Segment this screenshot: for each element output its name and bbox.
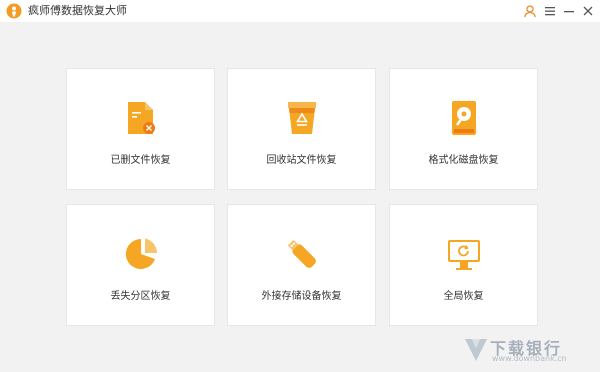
app-title: 疯师傅数据恢复大师 <box>28 4 127 17</box>
card-recycle-bin-recovery[interactable]: 回收站文件恢复 <box>227 68 376 190</box>
recycle-bin-icon <box>287 102 316 134</box>
card-label: 回收站文件恢复 <box>266 155 337 166</box>
watermark-url: www.downbank.cn <box>492 354 567 363</box>
user-icon[interactable] <box>523 4 537 18</box>
card-global-recovery[interactable]: 全局恢复 <box>389 204 538 326</box>
card-lost-partition-recovery[interactable]: 丢失分区恢复 <box>66 204 215 326</box>
card-label: 格式化磁盘恢复 <box>428 155 499 166</box>
card-formatted-disk-recovery[interactable]: 格式化磁盘恢复 <box>389 68 538 190</box>
card-label: 外接存储设备恢复 <box>261 291 342 302</box>
watermark: 下载银行 www.downbank.cn <box>464 333 598 369</box>
title-bar: 疯师傅数据恢复大师 <box>0 0 600 22</box>
card-deleted-file-recovery[interactable]: 已删文件恢复 <box>66 68 215 190</box>
minimize-icon[interactable] <box>562 4 576 18</box>
lost-partition-icon <box>125 238 157 269</box>
close-icon[interactable] <box>581 4 595 18</box>
card-label: 已删文件恢复 <box>110 155 171 166</box>
app-logo-icon <box>6 3 22 19</box>
card-label: 丢失分区恢复 <box>110 291 171 302</box>
usb-drive-icon <box>287 239 316 268</box>
deleted-file-icon <box>127 102 155 134</box>
formatted-disk-icon <box>451 101 476 135</box>
card-label: 全局恢复 <box>443 291 484 302</box>
card-external-storage-recovery[interactable]: 外接存储设备恢复 <box>227 204 376 326</box>
watermark-logo-icon <box>465 339 487 361</box>
menu-icon[interactable] <box>543 4 557 18</box>
monitor-restore-icon <box>447 240 480 270</box>
